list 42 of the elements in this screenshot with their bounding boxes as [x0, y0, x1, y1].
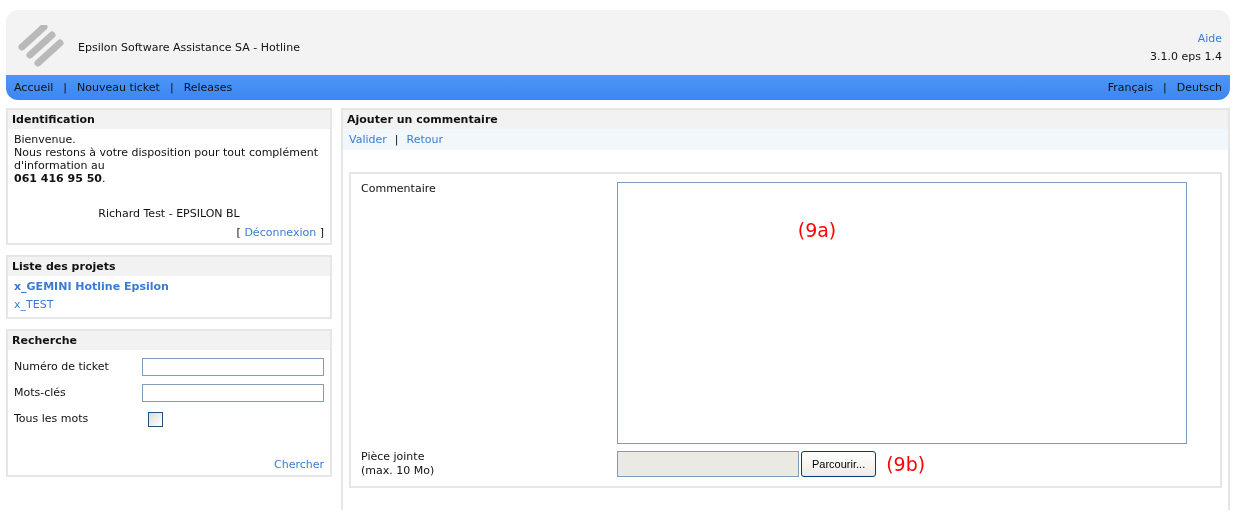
nav-link[interactable]: Nouveau ticket	[77, 81, 160, 94]
nav-link[interactable]: Français	[1107, 81, 1153, 94]
version-text: 3.1.0 eps 1.4	[1150, 50, 1222, 63]
attachment-hint: (max. 10 Mo)	[361, 464, 436, 478]
field-label: Numéro de ticket	[14, 360, 110, 374]
welcome-text: Bienvenue.	[14, 133, 77, 146]
separator: |	[169, 81, 174, 94]
separator: |	[63, 81, 67, 94]
action-link[interactable]: Retour	[406, 133, 443, 146]
panel-title: Identification	[8, 110, 330, 129]
panel-title: Liste des projets	[8, 257, 330, 276]
action-link[interactable]: Valider	[349, 133, 387, 146]
input-field[interactable]	[142, 384, 324, 402]
annotation-label: (9a)	[797, 219, 837, 243]
file-path-field[interactable]	[617, 451, 799, 477]
search-link[interactable]: Chercher	[274, 458, 324, 471]
nav-link[interactable]: Accueil	[14, 81, 54, 94]
project-link[interactable]: x_TEST	[14, 298, 54, 311]
phone-number: 061 416 95 50.	[14, 172, 107, 185]
panel-title: Recherche	[8, 331, 330, 350]
help-link[interactable]: Aide	[1197, 32, 1222, 45]
browse-button[interactable]: Parcourir...	[801, 451, 877, 477]
user-name: Richard Test - EPSILON BL	[97, 207, 241, 220]
nav-link[interactable]: Deutsch	[1176, 81, 1222, 94]
contact-message: Nous restons à votre disposition pour tout complément d'information au	[14, 146, 319, 172]
comment-textarea[interactable]: (9a)	[617, 182, 1187, 444]
bracket: ]	[319, 226, 324, 239]
separator: |	[1163, 81, 1167, 94]
bracket: [	[236, 226, 241, 239]
input-field[interactable]	[142, 358, 324, 376]
site-title: Epsilon Software Assistance SA - Hotline	[78, 41, 300, 54]
nav-link[interactable]: Releases	[183, 81, 233, 94]
annotation-label: (9b)	[886, 453, 926, 475]
attachment-label: Pièce jointe	[361, 450, 426, 464]
comment-label: Commentaire	[361, 182, 437, 196]
panel-title: Ajouter un commentaire	[343, 110, 1228, 129]
separator: |	[394, 133, 399, 146]
field-label: Tous les mots	[14, 412, 90, 426]
project-link[interactable]: x_GEMINI Hotline Epsilon	[14, 280, 169, 293]
checkbox[interactable]	[148, 411, 163, 427]
logout-link[interactable]: Déconnexion	[244, 226, 317, 239]
field-label: Mots-clés	[14, 386, 67, 400]
